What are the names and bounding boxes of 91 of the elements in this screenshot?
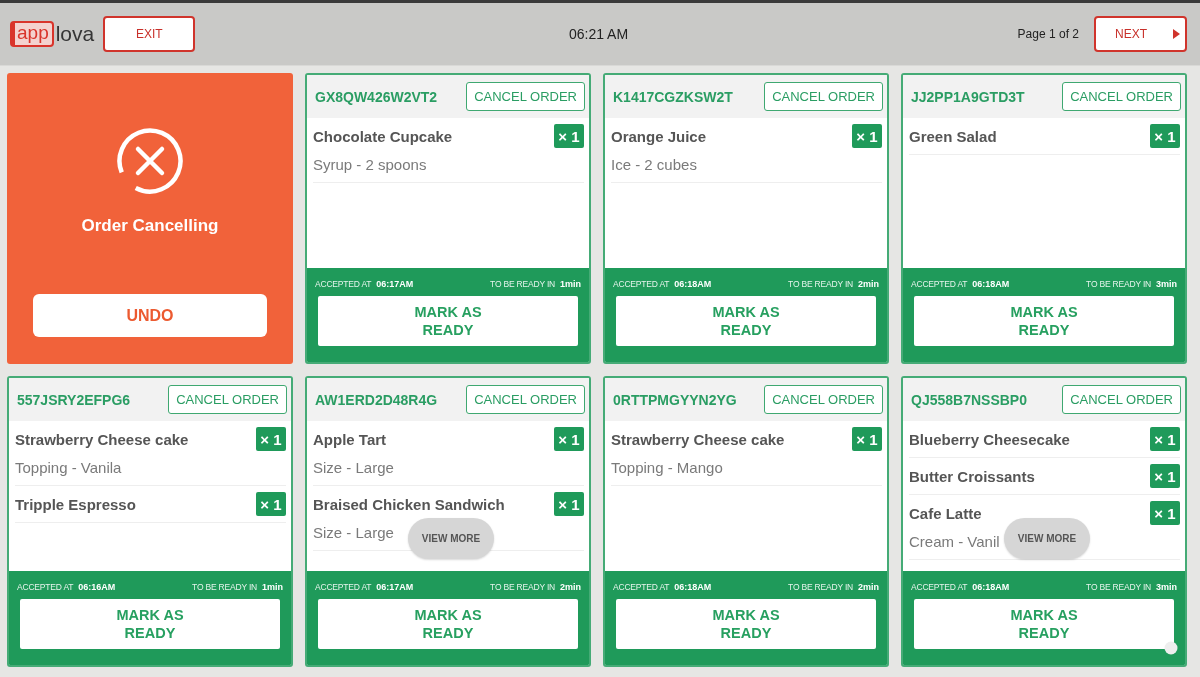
cancel-order-button[interactable]: CANCEL ORDER xyxy=(764,385,883,414)
ready-time: 3min xyxy=(1156,582,1177,592)
cancel-order-button[interactable]: CANCEL ORDER xyxy=(764,82,883,111)
ready-time: 1min xyxy=(262,582,283,592)
item-modifier: Topping - Vanila xyxy=(15,458,122,478)
accepted-time: 06:16AM xyxy=(78,582,116,592)
item-name: Tripple Espresso xyxy=(15,495,136,513)
accepted-label: ACCEPTED AT xyxy=(911,279,968,289)
quantity-badge: × 1 xyxy=(852,124,882,148)
quantity-badge: × 1 xyxy=(1150,427,1180,451)
item-name: Strawberry Cheese cake xyxy=(611,430,785,448)
item-name: Strawberry Cheese cake xyxy=(15,430,189,448)
item-name: Apple Tart xyxy=(313,430,387,448)
logo-text: lova xyxy=(55,22,95,46)
accepted-time: 06:17AM xyxy=(376,279,414,289)
page-indicator: Page 1 of 2 xyxy=(1017,27,1079,41)
mark-ready-button[interactable]: MARK AS READY xyxy=(318,599,578,649)
logo-mark: app xyxy=(10,21,54,47)
item-name: Green Salad xyxy=(909,127,997,145)
item-name: Blueberry Cheesecake xyxy=(909,430,1070,448)
accepted-label: ACCEPTED AT xyxy=(315,279,372,289)
accepted-time: 06:18AM xyxy=(674,279,712,289)
order-id: QJ558B7NSSBP0 xyxy=(911,391,1027,408)
ready-label: TO BE READY IN xyxy=(788,582,853,592)
quantity-badge: × 1 xyxy=(554,124,584,148)
ready-label: TO BE READY IN xyxy=(1086,582,1151,592)
item-modifier: Cream - Vanil xyxy=(909,532,1000,552)
ready-label: TO BE READY IN xyxy=(490,582,555,592)
accepted-time: 06:17AM xyxy=(376,582,414,592)
view-more-button[interactable]: VIEW MORE xyxy=(408,518,494,559)
item-name: Braised Chicken Sandwich xyxy=(313,495,505,513)
cancel-order-button[interactable]: CANCEL ORDER xyxy=(466,82,585,111)
accepted-time: 06:18AM xyxy=(972,582,1010,592)
view-more-button[interactable]: VIEW MORE xyxy=(1004,518,1090,559)
order-id: JJ2PP1A9GTD3T xyxy=(911,88,1025,105)
ready-time: 2min xyxy=(858,582,879,592)
ready-label: TO BE READY IN xyxy=(788,279,853,289)
item-name: Orange Juice xyxy=(611,127,707,145)
ready-time: 2min xyxy=(858,279,879,289)
cancel-order-button[interactable]: CANCEL ORDER xyxy=(168,385,287,414)
accepted-label: ACCEPTED AT xyxy=(315,582,372,592)
mark-ready-button[interactable]: MARK AS READY xyxy=(616,599,876,649)
item-name: Chocolate Cupcake xyxy=(313,127,453,145)
accepted-time: 06:18AM xyxy=(972,279,1010,289)
circled-x-icon xyxy=(117,128,183,194)
quantity-badge: × 1 xyxy=(256,427,286,451)
order-id: 0RTTPMGYYN2YG xyxy=(613,391,737,408)
accepted-label: ACCEPTED AT xyxy=(17,582,74,592)
cancel-order-button[interactable]: CANCEL ORDER xyxy=(1062,82,1181,111)
quantity-badge: × 1 xyxy=(256,492,286,516)
mark-ready-button[interactable]: MARK AS READY xyxy=(914,296,1174,346)
item-name: Butter Croissants xyxy=(909,467,1035,485)
ready-label: TO BE READY IN xyxy=(490,279,555,289)
next-button[interactable]: NEXT xyxy=(1094,16,1187,52)
accepted-label: ACCEPTED AT xyxy=(613,582,670,592)
status-text: Order Cancelling xyxy=(81,216,219,236)
undo-button[interactable]: UNDO xyxy=(33,294,267,337)
ready-label: TO BE READY IN xyxy=(192,582,257,592)
accepted-label: ACCEPTED AT xyxy=(911,582,968,592)
mark-ready-button[interactable]: MARK AS READY xyxy=(20,599,280,649)
cancel-order-button[interactable]: CANCEL ORDER xyxy=(1062,385,1181,414)
ready-time: 2min xyxy=(560,582,581,592)
item-modifier: Topping - Mango xyxy=(611,458,723,478)
item-modifier: Syrup - 2 spoons xyxy=(313,155,427,175)
mark-ready-button[interactable]: MARK AS READY xyxy=(914,599,1174,649)
item-name: Cafe Latte xyxy=(909,504,982,522)
ready-label: TO BE READY IN xyxy=(1086,279,1151,289)
mark-ready-button[interactable]: MARK AS READY xyxy=(318,296,578,346)
item-modifier: Ice - 2 cubes xyxy=(611,155,697,175)
clock-time: 06:21 AM xyxy=(568,26,629,42)
item-modifier: Size - Large xyxy=(313,523,394,543)
exit-button[interactable]: EXIT xyxy=(103,16,196,52)
quantity-badge: × 1 xyxy=(1150,464,1180,488)
item-modifier: Size - Large xyxy=(313,458,394,478)
cancel-order-button[interactable]: CANCEL ORDER xyxy=(466,385,585,414)
order-id: AW1ERD2D48R4G xyxy=(315,391,438,408)
mark-ready-button[interactable]: MARK AS READY xyxy=(616,296,876,346)
caret-right-icon xyxy=(1173,29,1180,39)
order-id: GX8QW426W2VT2 xyxy=(315,88,438,105)
quantity-badge: × 1 xyxy=(1150,124,1180,148)
ready-time: 1min xyxy=(560,279,581,289)
quantity-badge: × 1 xyxy=(554,427,584,451)
quantity-badge: × 1 xyxy=(554,492,584,516)
order-id: 557JSRY2EFPG6 xyxy=(17,391,131,408)
quantity-badge: × 1 xyxy=(852,427,882,451)
accepted-time: 06:18AM xyxy=(674,582,712,592)
ready-time: 3min xyxy=(1156,279,1177,289)
order-id: K1417CGZKSW2T xyxy=(613,88,733,105)
dot-icon xyxy=(1164,641,1178,655)
accepted-label: ACCEPTED AT xyxy=(613,279,670,289)
quantity-badge: × 1 xyxy=(1150,501,1180,525)
